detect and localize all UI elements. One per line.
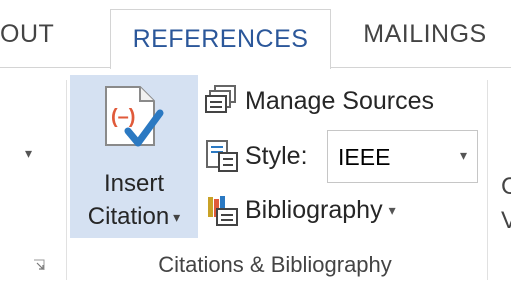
insert-citation-label-2: Citation ▾ <box>70 203 198 231</box>
manage-sources-button[interactable]: Manage Sources <box>205 84 434 118</box>
style-control: Style: <box>205 139 308 173</box>
svg-text:(–): (–) <box>111 106 135 128</box>
manage-sources-label: Manage Sources <box>245 86 435 115</box>
bibliography-label: Bibliography <box>245 195 383 224</box>
cut-off-text-2: V <box>501 207 511 234</box>
chevron-down-icon[interactable]: ▾ <box>25 145 32 162</box>
tab-references[interactable]: REFERENCES <box>110 9 331 69</box>
cut-off-group-text: C V <box>501 170 511 238</box>
group-label-citations-bibliography: Citations & Bibliography <box>158 252 392 277</box>
bibliography-icon <box>208 196 238 226</box>
insert-citation-label-text: Citation <box>87 203 170 230</box>
style-dropdown[interactable]: IEEE ▾ <box>327 130 478 183</box>
bibliography-button[interactable]: Bibliography ▾ <box>205 193 396 227</box>
tab-layout[interactable]: OUT <box>0 0 94 68</box>
insert-citation-label-1: Insert <box>103 170 165 197</box>
tab-mailings[interactable]: MAILINGS <box>345 0 505 68</box>
ribbon-tab-bar: OUT REFERENCES MAILINGS <box>0 0 511 69</box>
chevron-down-icon: ▾ <box>173 209 181 226</box>
style-icon <box>206 140 238 172</box>
insert-citation-button[interactable]: (–) Insert Citation ▾ <box>70 75 198 238</box>
dialog-launcher-icon[interactable] <box>33 259 45 271</box>
group-separator <box>487 80 488 280</box>
chevron-down-icon[interactable]: ▾ <box>460 147 467 164</box>
group-separator <box>66 80 67 280</box>
cut-off-text-1: C <box>501 173 511 200</box>
style-label: Style: <box>245 141 308 170</box>
chevron-down-icon: ▾ <box>388 201 396 218</box>
manage-sources-icon <box>205 85 236 113</box>
style-dropdown-value: IEEE <box>338 144 391 170</box>
insert-citation-icon: (–) <box>105 86 164 147</box>
